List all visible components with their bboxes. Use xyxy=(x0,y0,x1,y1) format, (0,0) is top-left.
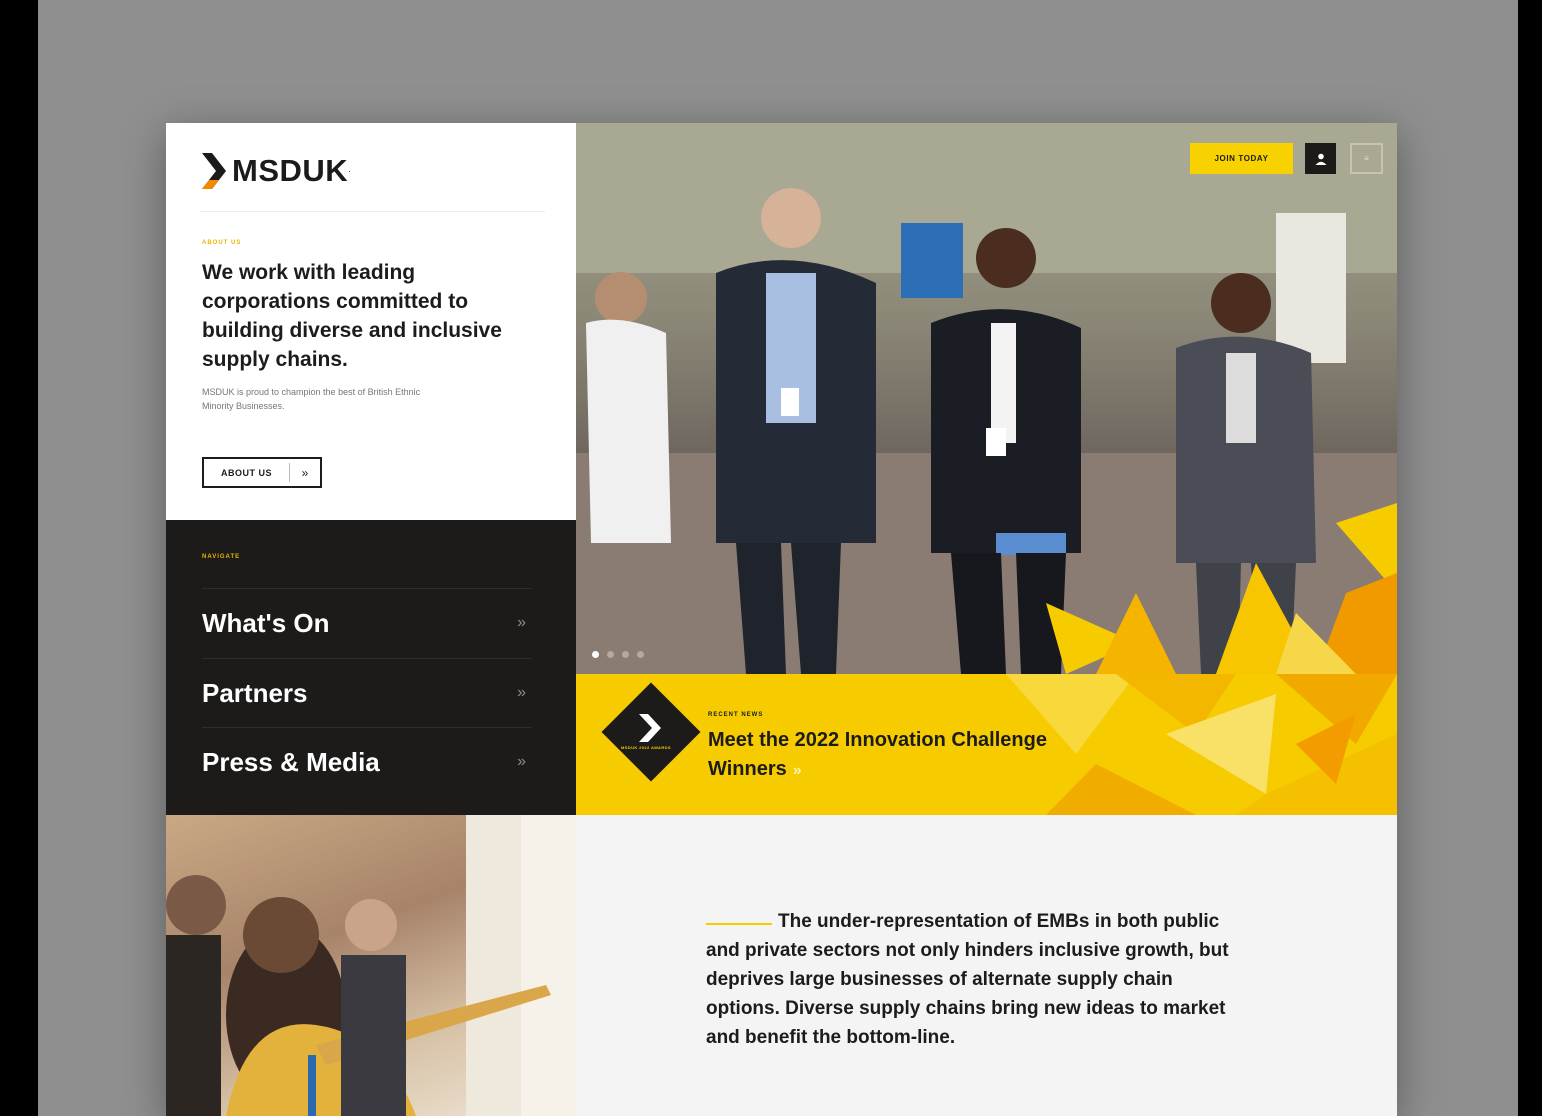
mission-statement-text: The under-representation of EMBs in both… xyxy=(706,911,1229,1048)
chevron-right-icon xyxy=(639,714,661,742)
nav-item-label: What's On xyxy=(202,607,330,638)
navigation-panel: NAVIGATE What's On » Partners » Press & … xyxy=(166,520,576,815)
about-us-button-label: ABOUT US xyxy=(221,467,272,478)
badge-text: MSDUK 2022 AWARDS xyxy=(621,745,671,750)
logo-wordmark: MSDUK xyxy=(232,153,349,188)
divider xyxy=(200,211,545,212)
msduk-logo[interactable]: MSDUK · xyxy=(202,153,351,189)
conference-photo-illustration xyxy=(576,123,1397,674)
recent-news-banner[interactable]: MSDUK 2022 AWARDS RECENT NEWS Meet the 2… xyxy=(576,674,1397,815)
mission-statement: The under-representation of EMBs in both… xyxy=(576,815,1397,1116)
carousel-dots xyxy=(592,651,644,658)
nav-item-partners[interactable]: Partners » xyxy=(202,658,532,727)
nav-item-label: Press & Media xyxy=(202,746,380,777)
carousel-dot[interactable] xyxy=(592,651,599,658)
carousel-dot[interactable] xyxy=(622,651,629,658)
menu-button[interactable]: ≡ xyxy=(1350,143,1383,174)
double-chevron-right-icon: » xyxy=(517,614,526,631)
news-headline[interactable]: Meet the 2022 Innovation Challenge Winne… xyxy=(708,726,1048,785)
account-button[interactable] xyxy=(1305,143,1336,174)
logo-trademark: · xyxy=(348,166,352,176)
double-chevron-right-icon: » xyxy=(792,762,802,779)
nav-item-whats-on[interactable]: What's On » xyxy=(202,588,532,657)
carousel-dot[interactable] xyxy=(607,651,614,658)
user-icon xyxy=(1315,153,1326,165)
nav-eyebrow: NAVIGATE xyxy=(202,554,241,560)
menu-icon: ≡ xyxy=(1364,154,1369,163)
news-headline-text: Meet the 2022 Innovation Challenge Winne… xyxy=(708,729,1047,780)
workshop-photo-illustration xyxy=(166,815,576,1116)
nav-item-press-media[interactable]: Press & Media » xyxy=(202,727,532,796)
carousel-dot[interactable] xyxy=(637,651,644,658)
workshop-photo xyxy=(166,815,576,1116)
about-us-button[interactable]: ABOUT US » xyxy=(202,457,322,488)
hero-image: JOIN TODAY ≡ xyxy=(576,123,1397,674)
about-eyebrow: ABOUT US xyxy=(202,240,242,246)
double-chevron-right-icon: » xyxy=(517,684,526,701)
website-mockup: MSDUK · ABOUT US We work with leading co… xyxy=(166,123,1397,1116)
nav-item-label: Partners xyxy=(202,677,308,708)
double-chevron-right-icon: » xyxy=(301,465,309,480)
about-subtext: MSDUK is proud to champion the best of B… xyxy=(202,387,421,411)
about-panel: MSDUK · ABOUT US We work with leading co… xyxy=(166,123,576,520)
news-eyebrow: RECENT NEWS xyxy=(708,712,764,718)
logo-chevron-icon xyxy=(202,153,226,189)
double-chevron-right-icon: » xyxy=(517,753,526,770)
join-today-button[interactable]: JOIN TODAY xyxy=(1190,143,1293,174)
about-headline: We work with leading corporations commit… xyxy=(202,261,502,371)
